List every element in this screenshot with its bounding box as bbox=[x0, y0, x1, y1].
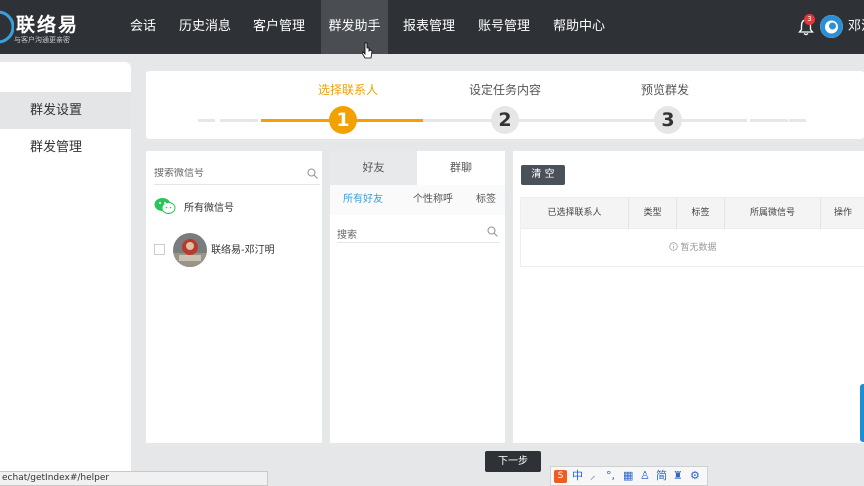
step-track bbox=[220, 119, 258, 122]
column-header-wechat-account: 所属微信号 bbox=[725, 198, 821, 229]
empty-text: 暂无数据 bbox=[680, 243, 717, 253]
logo-mark-icon bbox=[0, 10, 14, 44]
browser-status-url: echat/getIndex#/helper bbox=[0, 471, 268, 486]
logo-slogan: 与客户沟通更亲密 bbox=[14, 36, 70, 44]
tab-groups[interactable]: 群聊 bbox=[417, 151, 505, 185]
step-track bbox=[198, 119, 215, 122]
step-1-label: 选择联系人 bbox=[317, 83, 378, 97]
account-avatar-image bbox=[173, 233, 207, 267]
step-3-label: 预览群发 bbox=[640, 83, 689, 97]
notification-badge: 3 bbox=[804, 14, 815, 25]
ime-user-icon[interactable]: ♙ bbox=[640, 468, 650, 484]
step-1-number: 1 bbox=[329, 106, 357, 134]
selected-contacts-table: 已选择联系人 类型 标签 所属微信号 操作 暂无数据 bbox=[520, 197, 864, 267]
wechat-icon bbox=[154, 198, 176, 214]
nav-item-history[interactable]: 历史消息 bbox=[172, 0, 238, 54]
step-track bbox=[750, 119, 788, 122]
step-track bbox=[789, 119, 806, 122]
account-search bbox=[154, 165, 320, 185]
account-avatar bbox=[173, 233, 207, 267]
all-accounts-item[interactable]: 所有微信号 bbox=[184, 199, 234, 214]
ime-skin-icon[interactable]: ♜ bbox=[673, 468, 683, 484]
contact-filter-tabs: 所有好友 个性称呼 标签 bbox=[330, 185, 505, 215]
ime-logo-icon[interactable]: S bbox=[554, 470, 567, 483]
account-search-input[interactable] bbox=[154, 168, 294, 179]
contact-search bbox=[337, 223, 500, 245]
ime-keyboard-icon[interactable]: ▦ bbox=[623, 468, 633, 484]
subtab-all-friends[interactable]: 所有好友 bbox=[343, 185, 383, 215]
user-name[interactable]: 邓汀 bbox=[848, 0, 864, 54]
user-avatar[interactable] bbox=[820, 15, 843, 38]
subtab-nickname[interactable]: 个性称呼 bbox=[413, 185, 453, 215]
ime-chinese-mode-icon[interactable]: 中 bbox=[572, 468, 583, 484]
info-icon bbox=[669, 242, 679, 251]
contact-search-input[interactable] bbox=[337, 226, 477, 245]
empty-state: 暂无数据 bbox=[521, 240, 864, 253]
nav-item-customers[interactable]: 客户管理 bbox=[246, 0, 312, 54]
step-3-number: 3 bbox=[654, 106, 682, 134]
step-2-label: 设定任务内容 bbox=[468, 83, 541, 97]
account-name[interactable]: 联络易-邓汀明 bbox=[211, 241, 275, 256]
contacts-panel: 好友 群聊 所有好友 个性称呼 标签 bbox=[330, 151, 505, 443]
tab-friends[interactable]: 好友 bbox=[330, 151, 417, 185]
user-avatar-icon bbox=[820, 15, 843, 38]
step-progress: 选择联系人 设定任务内容 预览群发 1 2 3 bbox=[146, 71, 864, 139]
nav-item-group-send[interactable]: 群发助手 bbox=[321, 0, 388, 54]
table-header: 已选择联系人 类型 标签 所属微信号 操作 bbox=[521, 198, 864, 229]
column-header-type: 类型 bbox=[629, 198, 677, 229]
selected-contacts-panel: 清 空 已选择联系人 类型 标签 所属微信号 操作 暂无数据 bbox=[513, 151, 864, 443]
column-header-actions: 操作 bbox=[833, 208, 852, 218]
step-2-number: 2 bbox=[491, 106, 519, 134]
mouse-pointer-icon bbox=[362, 42, 373, 59]
account-checkbox[interactable] bbox=[154, 244, 165, 255]
floating-side-widget[interactable] bbox=[860, 384, 864, 442]
ime-simplified-icon[interactable]: 简 bbox=[656, 468, 667, 484]
logo[interactable]: 联络易 与客户沟通更亲密 bbox=[0, 6, 110, 48]
contact-type-tabs: 好友 群聊 bbox=[330, 151, 505, 185]
clear-button[interactable]: 清 空 bbox=[521, 165, 565, 185]
sidebar: 群发设置 群发管理 bbox=[0, 62, 131, 486]
sidebar-item-group-settings[interactable]: 群发设置 bbox=[0, 92, 131, 129]
search-icon[interactable] bbox=[487, 226, 498, 237]
next-step-button[interactable]: 下一步 bbox=[485, 451, 541, 472]
ime-moon-icon[interactable]: ⸝ bbox=[590, 468, 596, 484]
search-icon[interactable] bbox=[307, 168, 318, 179]
column-header-tags: 标签 bbox=[677, 198, 725, 229]
subtab-tags[interactable]: 标签 bbox=[476, 185, 496, 215]
column-header-selected-contact: 已选择联系人 bbox=[521, 198, 629, 229]
nav-item-help[interactable]: 帮助中心 bbox=[546, 0, 612, 54]
nav-item-accounts[interactable]: 账号管理 bbox=[471, 0, 537, 54]
nav-item-conversation[interactable]: 会话 bbox=[122, 0, 164, 54]
logo-name: 联络易 bbox=[16, 14, 80, 36]
top-navigation-bar: 联络易 与客户沟通更亲密 会话 历史消息 客户管理 群发助手 报表管理 账号管理… bbox=[0, 0, 864, 59]
ime-punctuation-icon[interactable]: °, bbox=[606, 468, 615, 484]
wechat-accounts-panel: 所有微信号 联络易-邓汀明 bbox=[146, 151, 322, 443]
ime-settings-icon[interactable]: ⚙ bbox=[690, 468, 700, 484]
sidebar-item-group-management[interactable]: 群发管理 bbox=[0, 129, 131, 166]
ime-toolbar: S 中 ⸝ °, ▦ ♙ 简 ♜ ⚙ bbox=[550, 466, 708, 486]
nav-item-reports[interactable]: 报表管理 bbox=[396, 0, 462, 54]
